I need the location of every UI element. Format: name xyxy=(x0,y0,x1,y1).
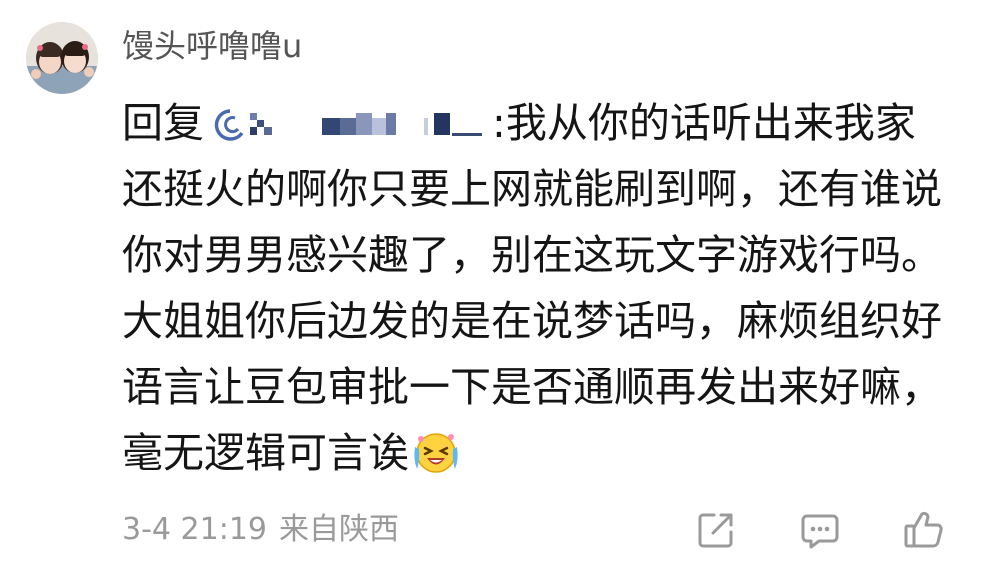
comment-button[interactable] xyxy=(798,508,842,552)
thumbs-up-icon xyxy=(904,511,943,548)
comment-footer: 3-4 21:19 来自陕西 xyxy=(122,508,952,552)
username[interactable]: 馒头呼噜噜u xyxy=(122,22,302,70)
location: 来自陕西 xyxy=(279,512,399,547)
timestamp: 3-4 21:19 xyxy=(122,512,267,547)
laughing-crying-emoji-icon xyxy=(414,433,458,473)
comment-icon xyxy=(801,514,839,549)
comment-body: 回复 :我从你的话听出来我家还挺火的啊你只要上网就能刷到啊，还有谁说你对男男感兴… xyxy=(122,90,948,486)
comment-text: 我从你的话听出来我家还挺火的啊你只要上网就能刷到啊，还有谁说你对男男感兴趣了，别… xyxy=(122,99,942,477)
reply-colon: : xyxy=(492,99,506,147)
share-icon xyxy=(698,513,733,548)
avatar[interactable] xyxy=(26,22,98,94)
like-button[interactable] xyxy=(902,508,946,552)
avatar-image xyxy=(26,22,98,94)
share-button[interactable] xyxy=(694,508,738,552)
comment-meta: 3-4 21:19 来自陕西 xyxy=(122,508,399,552)
mention-redacted[interactable] xyxy=(206,103,490,143)
reply-prefix: 回复 xyxy=(122,99,204,147)
